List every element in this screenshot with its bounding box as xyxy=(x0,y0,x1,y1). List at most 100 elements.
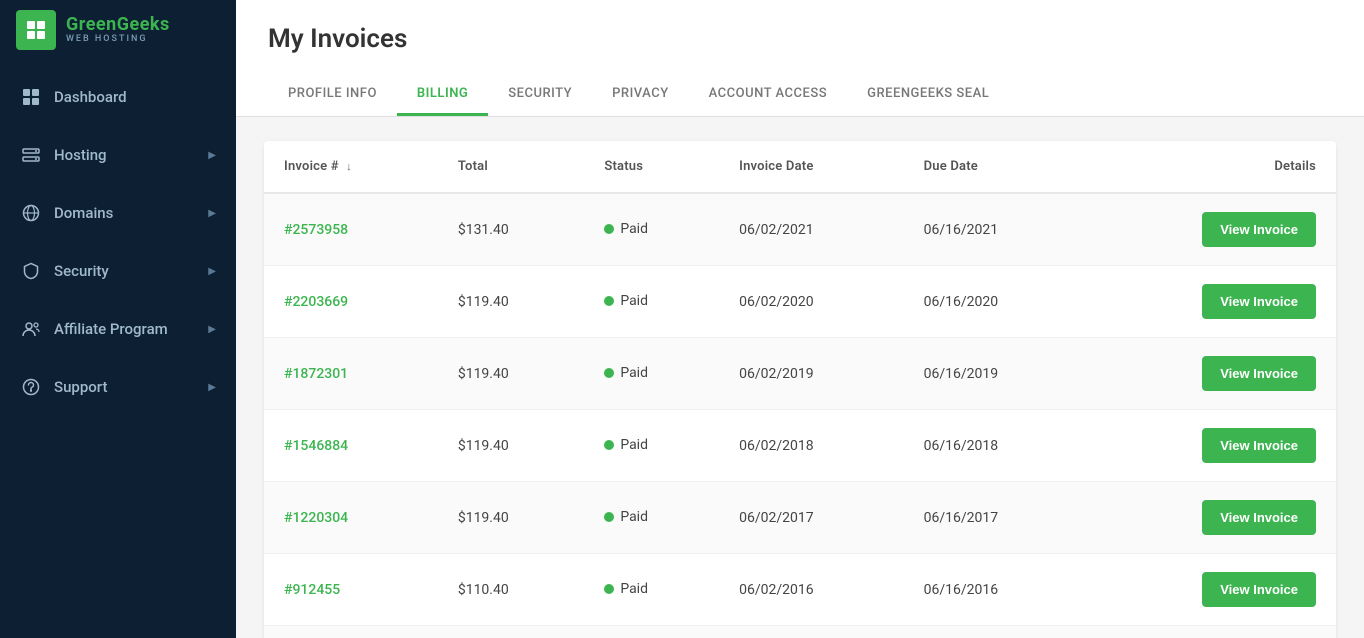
table-row: #1546884 $119.40 Paid 06/02/2018 06/16/2… xyxy=(264,410,1336,482)
sidebar: GreenGeeks WEB HOSTING Dashboard xyxy=(0,0,236,638)
tab-billing[interactable]: Billing xyxy=(397,74,488,116)
main-content: My Invoices Profile Info Billing Securit… xyxy=(236,0,1364,638)
table-row: #1220304 $119.40 Paid 06/02/2017 06/16/2… xyxy=(264,482,1336,554)
sidebar-item-support[interactable]: Support ▶ xyxy=(0,358,236,416)
cell-due-date: 06/16/2021 xyxy=(904,193,1089,266)
cell-total: $131.40 xyxy=(438,193,584,266)
cell-invoice: #1220304 xyxy=(264,482,438,554)
cell-due-date: 06/16/2018 xyxy=(904,410,1089,482)
cell-invoice: #2203669 xyxy=(264,266,438,338)
sidebar-item-domains[interactable]: Domains ▶ xyxy=(0,184,236,242)
cell-total: $119.40 xyxy=(438,338,584,410)
cell-total: $119.40 xyxy=(438,482,584,554)
sidebar-item-label: Dashboard xyxy=(54,88,127,106)
sidebar-item-security[interactable]: Security ▶ xyxy=(0,242,236,300)
sidebar-logo: GreenGeeks WEB HOSTING xyxy=(0,0,236,60)
cell-due-date: 06/21/2015 xyxy=(904,626,1089,638)
col-status: Status xyxy=(584,141,719,193)
view-invoice-button[interactable]: View Invoice xyxy=(1202,212,1316,247)
cell-details: View Invoice xyxy=(1088,482,1336,554)
chevron-right-icon: ▶ xyxy=(208,208,216,219)
chevron-right-icon: ▶ xyxy=(208,150,216,161)
invoice-link[interactable]: #1872301 xyxy=(284,366,348,382)
cell-invoice: #1546884 xyxy=(264,410,438,482)
cell-due-date: 06/16/2020 xyxy=(904,266,1089,338)
tab-security[interactable]: Security xyxy=(488,74,592,116)
status-label: Paid xyxy=(620,581,648,597)
cell-status: Paid xyxy=(584,338,719,410)
col-total: Total xyxy=(438,141,584,193)
invoice-link[interactable]: #2573958 xyxy=(284,222,348,238)
logo-name: GreenGeeks xyxy=(66,15,170,35)
globe-icon xyxy=(20,202,42,224)
invoice-link[interactable]: #1220304 xyxy=(284,510,348,526)
table-row: #1872301 $119.40 Paid 06/02/2019 06/16/2… xyxy=(264,338,1336,410)
sidebar-item-label: Support xyxy=(54,378,107,396)
chevron-right-icon: ▶ xyxy=(208,324,216,335)
invoice-link[interactable]: #912455 xyxy=(284,582,340,598)
view-invoice-button[interactable]: View Invoice xyxy=(1202,572,1316,607)
invoice-link[interactable]: #2203669 xyxy=(284,294,348,310)
people-icon xyxy=(20,318,42,340)
cell-total: $110.40 xyxy=(438,554,584,626)
invoice-link[interactable]: #1546884 xyxy=(284,438,348,454)
sidebar-item-label: Domains xyxy=(54,204,113,222)
logo-sub: WEB HOSTING xyxy=(66,35,170,45)
cell-status: Paid xyxy=(584,554,719,626)
cell-total: $119.40 xyxy=(438,410,584,482)
cell-status: Paid xyxy=(584,410,719,482)
logo-text: GreenGeeks WEB HOSTING xyxy=(66,15,170,45)
col-details: Details xyxy=(1088,141,1336,193)
sidebar-item-label: Hosting xyxy=(54,146,107,164)
status-dot xyxy=(604,368,614,378)
sidebar-item-dashboard[interactable]: Dashboard xyxy=(0,68,236,126)
dashboard-icon xyxy=(20,86,42,108)
cell-invoice-date: 06/02/2021 xyxy=(719,193,904,266)
cell-status: Paid xyxy=(584,626,719,638)
status-dot xyxy=(604,296,614,306)
view-invoice-button[interactable]: View Invoice xyxy=(1202,500,1316,535)
cell-details: View Invoice xyxy=(1088,554,1336,626)
sidebar-item-label: Security xyxy=(54,262,109,280)
cell-details: View Invoice xyxy=(1088,193,1336,266)
status-dot xyxy=(604,440,614,450)
invoices-table-container: Invoice # ↓ Total Status Invoice Date Du… xyxy=(264,141,1336,638)
cell-details: View Invoice xyxy=(1088,338,1336,410)
tab-profile[interactable]: Profile Info xyxy=(268,74,397,116)
view-invoice-button[interactable]: View Invoice xyxy=(1202,284,1316,319)
status-label: Paid xyxy=(620,509,648,525)
sidebar-item-affiliate[interactable]: Affiliate Program ▶ xyxy=(0,300,236,358)
cell-invoice-date: 06/02/2020 xyxy=(719,266,904,338)
tab-privacy[interactable]: Privacy xyxy=(592,74,689,116)
cell-due-date: 06/16/2019 xyxy=(904,338,1089,410)
status-dot xyxy=(604,512,614,522)
tabs: Profile Info Billing Security Privacy Ac… xyxy=(268,74,1332,116)
sort-icon[interactable]: ↓ xyxy=(346,160,352,173)
table-row: #912455 $110.40 Paid 06/02/2016 06/16/20… xyxy=(264,554,1336,626)
sidebar-item-hosting[interactable]: Hosting ▶ xyxy=(0,126,236,184)
cell-details: View Invoice xyxy=(1088,266,1336,338)
invoices-table: Invoice # ↓ Total Status Invoice Date Du… xyxy=(264,141,1336,638)
table-header-row: Invoice # ↓ Total Status Invoice Date Du… xyxy=(264,141,1336,193)
chevron-right-icon: ▶ xyxy=(208,382,216,393)
sidebar-item-label: Affiliate Program xyxy=(54,320,168,338)
status-label: Paid xyxy=(620,365,648,381)
sidebar-nav: Dashboard Hosting ▶ xyxy=(0,60,236,416)
support-icon xyxy=(20,376,42,398)
cell-invoice: #1872301 xyxy=(264,338,438,410)
status-label: Paid xyxy=(620,437,648,453)
view-invoice-button[interactable]: View Invoice xyxy=(1202,356,1316,391)
cell-total: $76.32 xyxy=(438,626,584,638)
tab-account-access[interactable]: Account Access xyxy=(689,74,847,116)
cell-details: View Invoice xyxy=(1088,626,1336,638)
col-invoice: Invoice # ↓ xyxy=(264,141,438,193)
status-label: Paid xyxy=(620,293,648,309)
col-due-date: Due Date xyxy=(904,141,1089,193)
view-invoice-button[interactable]: View Invoice xyxy=(1202,428,1316,463)
tab-greengeeks-seal[interactable]: GreenGeeks Seal xyxy=(847,74,1009,116)
cell-details: View Invoice xyxy=(1088,410,1336,482)
cell-invoice: #2573958 xyxy=(264,193,438,266)
table-row: #674570 $76.32 Paid 06/16/2015 06/21/201… xyxy=(264,626,1336,638)
status-dot xyxy=(604,584,614,594)
cell-status: Paid xyxy=(584,193,719,266)
